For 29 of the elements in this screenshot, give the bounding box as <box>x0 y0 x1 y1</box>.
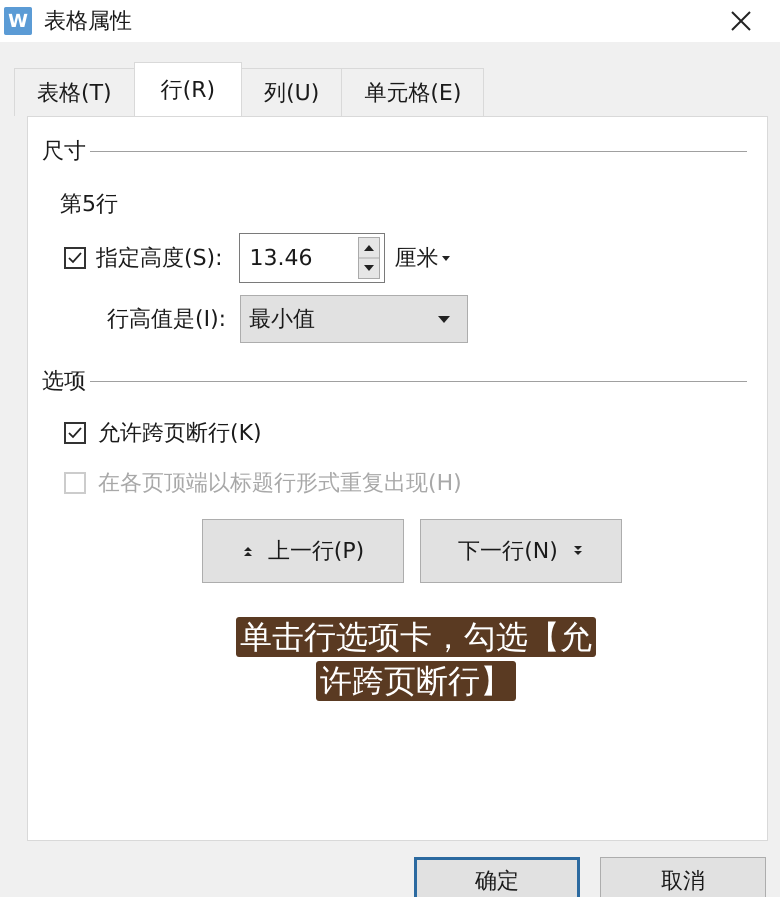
checkbox[interactable] <box>64 247 86 269</box>
caret-icon[interactable] <box>440 254 451 262</box>
section-title: 尺寸 <box>42 138 86 166</box>
window-title: 表格属性 <box>44 8 133 36</box>
app-icon: W <box>4 7 32 35</box>
section-title: 选项 <box>42 368 86 396</box>
caret-icon[interactable] <box>437 314 452 324</box>
row-label: 第5行 <box>60 191 119 219</box>
cancel-button[interactable]: 取消 <box>600 857 766 897</box>
close-icon[interactable] <box>730 10 752 32</box>
field-label: 行高值是(I): <box>107 306 226 334</box>
checkbox-label: 指定高度(S): <box>96 245 223 273</box>
checkbox-label: 在各页顶端以标题行形式重复出现(H) <box>98 470 462 498</box>
tab[interactable]: 行(R) <box>134 62 242 116</box>
checkbox-label: 允许跨页断行(K) <box>98 420 262 448</box>
caption-text: 单击行选项卡，勾选【允 <box>236 617 596 657</box>
double-down-arrow-icon <box>572 545 584 557</box>
height-spinner[interactable]: 13.46 <box>238 233 385 283</box>
next-row-button[interactable]: 下一行(N) <box>420 519 622 583</box>
mode-dropdown[interactable]: 最小值 <box>240 295 468 343</box>
caption-text: 许跨页断行】 <box>316 661 516 701</box>
checkbox[interactable] <box>64 422 86 444</box>
unit-dropdown[interactable]: 厘米 <box>394 243 451 273</box>
spin-arrows-icon[interactable] <box>358 237 380 279</box>
ok-button[interactable]: 确定 <box>414 857 580 897</box>
tab[interactable]: 表格(T) <box>14 68 135 116</box>
double-up-arrow-icon <box>242 545 254 557</box>
tab[interactable]: 单元格(E) <box>341 68 484 116</box>
previous-row-button[interactable]: 上一行(P) <box>202 519 404 583</box>
